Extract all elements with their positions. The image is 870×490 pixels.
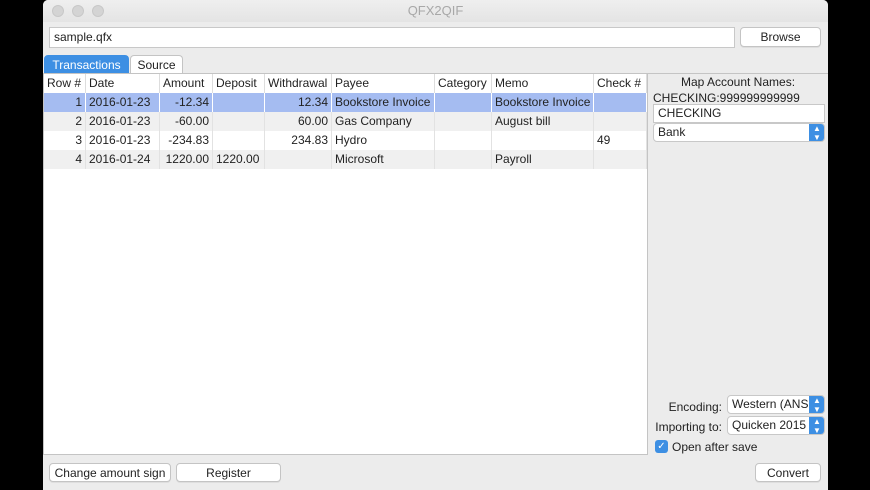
table-cell: 2016-01-23 (86, 131, 160, 150)
encoding-label: Encoding: (668, 400, 722, 414)
map-account-title: Map Account Names: (680, 75, 796, 89)
table-cell: -60.00 (160, 112, 213, 131)
table-cell: 12.34 (265, 93, 332, 112)
table-cell (492, 131, 594, 150)
close-button[interactable] (52, 5, 64, 17)
encoding-value: Western (ANSI) (732, 397, 816, 411)
browse-button[interactable]: Browse (740, 27, 821, 47)
table-cell: 234.83 (265, 131, 332, 150)
table-cell: Payroll (492, 150, 594, 169)
table-cell (594, 150, 647, 169)
table-cell (594, 112, 647, 131)
table-cell (435, 93, 492, 112)
table-cell (213, 131, 265, 150)
table-cell (435, 131, 492, 150)
table-cell: August bill (492, 112, 594, 131)
minimize-button[interactable] (72, 5, 84, 17)
table-cell (594, 93, 647, 112)
table-cell (435, 150, 492, 169)
change-amount-sign-button[interactable]: Change amount sign (49, 463, 171, 482)
account-type-value: Bank (658, 125, 686, 139)
encoding-select[interactable]: Western (ANSI) ▲ ▼ (727, 395, 825, 414)
side-panel: Map Account Names: CHECKING:999999999999… (648, 73, 828, 455)
convert-button[interactable]: Convert (755, 463, 821, 482)
checkmark-icon: ✓ (657, 441, 666, 452)
title-bar: QFX2QIF (43, 0, 828, 22)
table-cell: 4 (44, 150, 86, 169)
window-title: QFX2QIF (407, 3, 464, 18)
table-cell (265, 150, 332, 169)
importing-label: Importing to: (655, 420, 722, 434)
table-cell: 2 (44, 112, 86, 131)
table-cell (435, 112, 492, 131)
file-path-input[interactable]: sample.qfx (49, 27, 735, 48)
table-row[interactable]: 4 2016-01-24 1220.00 1220.00 Microsoft Payrol… (44, 150, 647, 169)
column-header[interactable]: Deposit (213, 74, 265, 93)
chevron-updown-icon: ▲ ▼ (809, 417, 824, 434)
chevron-updown-icon: ▲ ▼ (809, 124, 824, 141)
open-after-save-label: Open after save (672, 440, 758, 454)
table-header: Row # Date Amount Deposit Withdrawal Payee Cat… (44, 74, 647, 93)
table-row[interactable]: 1 2016-01-23 -12.34 12.34 Bookstore Invoice B… (44, 93, 647, 112)
table-cell: 3 (44, 131, 86, 150)
transactions-table: Row # Date Amount Deposit Withdrawal Payee Cat… (43, 73, 648, 455)
column-header[interactable]: Date (86, 74, 160, 93)
importing-value: Quicken 2015 (732, 418, 807, 432)
table-cell: 2016-01-24 (86, 150, 160, 169)
table-cell: 2016-01-23 (86, 112, 160, 131)
table-cell: 1220.00 (213, 150, 265, 169)
column-header[interactable]: Withdrawal (265, 74, 332, 93)
table-cell: Gas Company (332, 112, 435, 131)
table-cell: Microsoft (332, 150, 435, 169)
table-cell: 49 (594, 131, 647, 150)
table-cell: -234.83 (160, 131, 213, 150)
column-header[interactable]: Row # (44, 74, 86, 93)
column-header[interactable]: Check # (594, 74, 647, 93)
table-cell: Bookstore Invoice (492, 93, 594, 112)
table-cell: 1 (44, 93, 86, 112)
column-header[interactable]: Memo (492, 74, 594, 93)
column-header[interactable]: Category (435, 74, 492, 93)
importing-select[interactable]: Quicken 2015 ▲ ▼ (727, 416, 825, 435)
app-window: QFX2QIF sample.qfx Browse Transactions S… (43, 0, 828, 490)
column-header[interactable]: Amount (160, 74, 213, 93)
table-cell (213, 93, 265, 112)
table-row[interactable]: 3 2016-01-23 -234.83 234.83 Hydro 49 (44, 131, 647, 150)
zoom-button[interactable] (92, 5, 104, 17)
table-cell: 1220.00 (160, 150, 213, 169)
table-cell: 60.00 (265, 112, 332, 131)
account-type-select[interactable]: Bank ▲ ▼ (653, 123, 825, 142)
table-cell: Bookstore Invoice (332, 93, 435, 112)
table-cell: -12.34 (160, 93, 213, 112)
table-cell: Hydro (332, 131, 435, 150)
account-id: CHECKING:999999999999 (653, 91, 800, 105)
account-name-input[interactable]: CHECKING (653, 104, 825, 123)
chevron-updown-icon: ▲ ▼ (809, 396, 824, 413)
register-button[interactable]: Register (176, 463, 281, 482)
column-header[interactable]: Payee (332, 74, 435, 93)
tab-source[interactable]: Source (130, 55, 183, 73)
table-cell: 2016-01-23 (86, 93, 160, 112)
table-cell (213, 112, 265, 131)
tab-transactions[interactable]: Transactions (44, 55, 129, 73)
table-row[interactable]: 2 2016-01-23 -60.00 60.00 Gas Company August … (44, 112, 647, 131)
open-after-save-checkbox[interactable]: ✓ (655, 440, 668, 453)
